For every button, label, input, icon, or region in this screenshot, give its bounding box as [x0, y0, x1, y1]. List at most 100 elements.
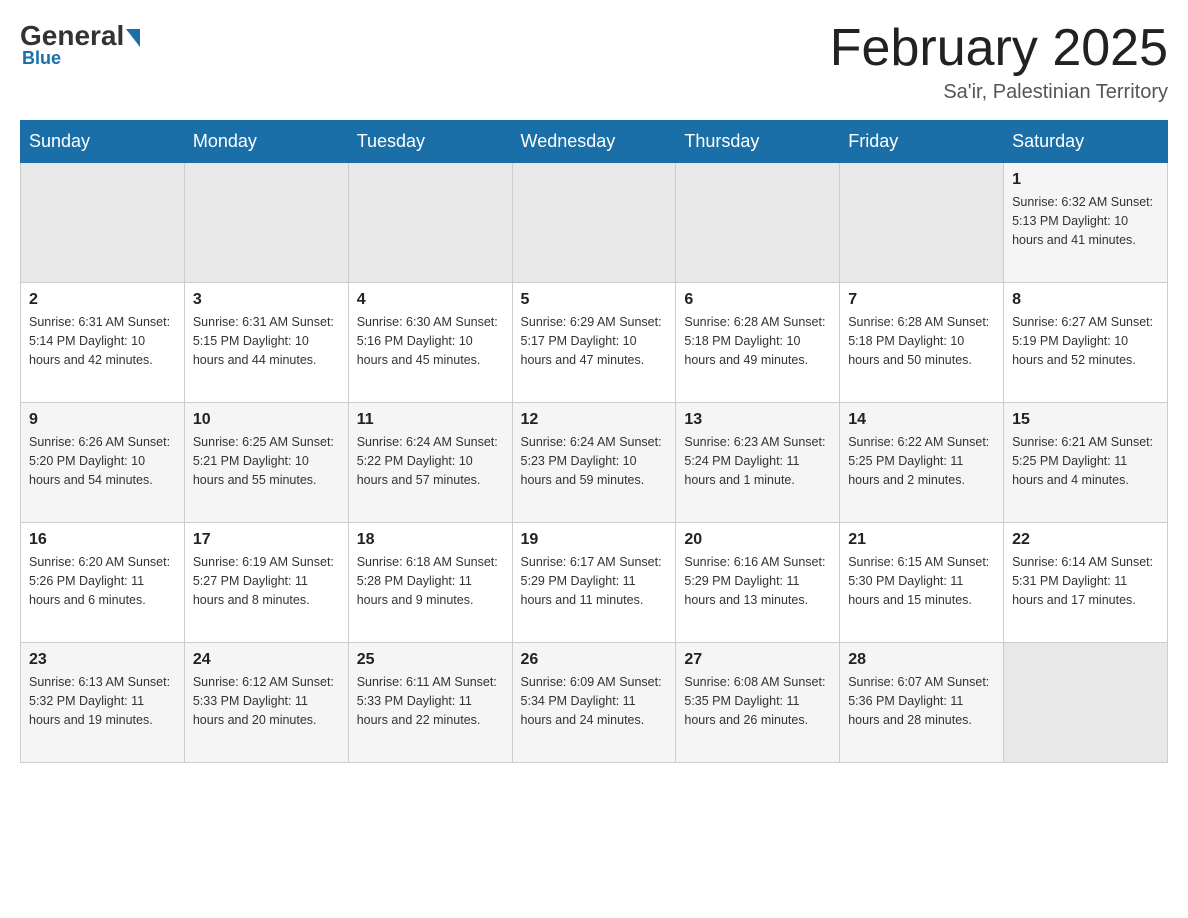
calendar-cell: 17Sunrise: 6:19 AM Sunset: 5:27 PM Dayli…	[184, 523, 348, 643]
day-number: 6	[684, 291, 831, 309]
calendar-table: SundayMondayTuesdayWednesdayThursdayFrid…	[20, 120, 1168, 763]
weekday-header-thursday: Thursday	[676, 121, 840, 163]
day-number: 18	[357, 531, 504, 549]
day-number: 14	[848, 411, 995, 429]
day-info: Sunrise: 6:25 AM Sunset: 5:21 PM Dayligh…	[193, 433, 340, 489]
day-number: 27	[684, 651, 831, 669]
day-number: 25	[357, 651, 504, 669]
calendar-cell: 26 Sunrise: 6:09 AM Sunset: 5:34 PM Dayli…	[512, 643, 676, 763]
calendar-cell: 12 Sunrise: 6:24 AM Sunset: 5:23 PM Dayli…	[512, 403, 676, 523]
day-number: 1	[1012, 171, 1159, 189]
calendar-week-row: 1 Sunrise: 6:32 AM Sunset: 5:13 PM Daylig…	[21, 163, 1168, 283]
calendar-cell: 23 Sunrise: 6:13 AM Sunset: 5:32 PM Dayli…	[21, 643, 185, 763]
day-number: 13	[684, 411, 831, 429]
day-info: Sunrise: 6:23 AM Sunset: 5:24 PM Dayligh…	[684, 433, 831, 489]
day-info: Sunrise: 6:19 AM Sunset: 5:27 PM Dayligh…	[193, 553, 340, 609]
calendar-cell: 21Sunrise: 6:15 AM Sunset: 5:30 PM Dayli…	[840, 523, 1004, 643]
day-info: Sunrise: 6:31 AM Sunset: 5:14 PM Dayligh…	[29, 313, 176, 369]
calendar-cell: 4 Sunrise: 6:30 AM Sunset: 5:16 PM Daylig…	[348, 283, 512, 403]
weekday-header-saturday: Saturday	[1004, 121, 1168, 163]
day-info: Sunrise: 6:29 AM Sunset: 5:17 PM Dayligh…	[521, 313, 668, 369]
weekday-header-tuesday: Tuesday	[348, 121, 512, 163]
day-number: 12	[521, 411, 668, 429]
day-number: 20	[684, 531, 831, 549]
calendar-cell: 11 Sunrise: 6:24 AM Sunset: 5:22 PM Dayli…	[348, 403, 512, 523]
day-info: Sunrise: 6:11 AM Sunset: 5:33 PM Dayligh…	[357, 673, 504, 729]
title-area: February 2025 Sa'ir, Palestinian Territo…	[830, 20, 1168, 104]
calendar-cell: 2Sunrise: 6:31 AM Sunset: 5:14 PM Daylig…	[21, 283, 185, 403]
day-info: Sunrise: 6:30 AM Sunset: 5:16 PM Dayligh…	[357, 313, 504, 369]
calendar-week-row: 16Sunrise: 6:20 AM Sunset: 5:26 PM Dayli…	[21, 523, 1168, 643]
calendar-cell: 28 Sunrise: 6:07 AM Sunset: 5:36 PM Dayli…	[840, 643, 1004, 763]
day-info: Sunrise: 6:07 AM Sunset: 5:36 PM Dayligh…	[848, 673, 995, 729]
calendar-week-row: 9Sunrise: 6:26 AM Sunset: 5:20 PM Daylig…	[21, 403, 1168, 523]
day-number: 21	[848, 531, 995, 549]
calendar-week-row: 23 Sunrise: 6:13 AM Sunset: 5:32 PM Dayli…	[21, 643, 1168, 763]
weekday-header-monday: Monday	[184, 121, 348, 163]
calendar-cell: 3 Sunrise: 6:31 AM Sunset: 5:15 PM Daylig…	[184, 283, 348, 403]
calendar-cell	[1004, 643, 1168, 763]
calendar-cell	[840, 163, 1004, 283]
day-number: 23	[29, 651, 176, 669]
calendar-cell	[512, 163, 676, 283]
day-info: Sunrise: 6:17 AM Sunset: 5:29 PM Dayligh…	[521, 553, 668, 609]
day-info: Sunrise: 6:13 AM Sunset: 5:32 PM Dayligh…	[29, 673, 176, 729]
calendar-cell: 24 Sunrise: 6:12 AM Sunset: 5:33 PM Dayli…	[184, 643, 348, 763]
weekday-header-friday: Friday	[840, 121, 1004, 163]
calendar-cell	[348, 163, 512, 283]
calendar-cell: 16Sunrise: 6:20 AM Sunset: 5:26 PM Dayli…	[21, 523, 185, 643]
day-info: Sunrise: 6:27 AM Sunset: 5:19 PM Dayligh…	[1012, 313, 1159, 369]
day-number: 7	[848, 291, 995, 309]
day-number: 11	[357, 411, 504, 429]
calendar-cell	[676, 163, 840, 283]
day-info: Sunrise: 6:28 AM Sunset: 5:18 PM Dayligh…	[684, 313, 831, 369]
calendar-cell: 15 Sunrise: 6:21 AM Sunset: 5:25 PM Dayli…	[1004, 403, 1168, 523]
day-info: Sunrise: 6:09 AM Sunset: 5:34 PM Dayligh…	[521, 673, 668, 729]
weekday-header-row: SundayMondayTuesdayWednesdayThursdayFrid…	[21, 121, 1168, 163]
day-number: 9	[29, 411, 176, 429]
calendar-cell: 19Sunrise: 6:17 AM Sunset: 5:29 PM Dayli…	[512, 523, 676, 643]
day-info: Sunrise: 6:28 AM Sunset: 5:18 PM Dayligh…	[848, 313, 995, 369]
day-number: 24	[193, 651, 340, 669]
weekday-header-sunday: Sunday	[21, 121, 185, 163]
day-number: 5	[521, 291, 668, 309]
calendar-cell: 10 Sunrise: 6:25 AM Sunset: 5:21 PM Dayli…	[184, 403, 348, 523]
calendar-cell: 1 Sunrise: 6:32 AM Sunset: 5:13 PM Daylig…	[1004, 163, 1168, 283]
day-number: 15	[1012, 411, 1159, 429]
calendar-cell: 5 Sunrise: 6:29 AM Sunset: 5:17 PM Daylig…	[512, 283, 676, 403]
weekday-header-wednesday: Wednesday	[512, 121, 676, 163]
day-number: 10	[193, 411, 340, 429]
day-info: Sunrise: 6:14 AM Sunset: 5:31 PM Dayligh…	[1012, 553, 1159, 609]
day-number: 3	[193, 291, 340, 309]
calendar-cell: 25 Sunrise: 6:11 AM Sunset: 5:33 PM Dayli…	[348, 643, 512, 763]
day-info: Sunrise: 6:21 AM Sunset: 5:25 PM Dayligh…	[1012, 433, 1159, 489]
calendar-cell: 18 Sunrise: 6:18 AM Sunset: 5:28 PM Dayli…	[348, 523, 512, 643]
page-header: General Blue February 2025 Sa'ir, Palest…	[20, 20, 1168, 104]
day-number: 26	[521, 651, 668, 669]
month-title: February 2025	[830, 20, 1168, 77]
logo-arrow-icon	[126, 29, 140, 47]
day-info: Sunrise: 6:24 AM Sunset: 5:23 PM Dayligh…	[521, 433, 668, 489]
calendar-cell: 22Sunrise: 6:14 AM Sunset: 5:31 PM Dayli…	[1004, 523, 1168, 643]
calendar-cell	[184, 163, 348, 283]
calendar-cell: 7 Sunrise: 6:28 AM Sunset: 5:18 PM Daylig…	[840, 283, 1004, 403]
day-info: Sunrise: 6:31 AM Sunset: 5:15 PM Dayligh…	[193, 313, 340, 369]
calendar-cell: 8 Sunrise: 6:27 AM Sunset: 5:19 PM Daylig…	[1004, 283, 1168, 403]
day-number: 4	[357, 291, 504, 309]
calendar-week-row: 2Sunrise: 6:31 AM Sunset: 5:14 PM Daylig…	[21, 283, 1168, 403]
calendar-cell: 13 Sunrise: 6:23 AM Sunset: 5:24 PM Dayli…	[676, 403, 840, 523]
calendar-cell: 6 Sunrise: 6:28 AM Sunset: 5:18 PM Daylig…	[676, 283, 840, 403]
logo: General Blue	[20, 20, 140, 69]
calendar-cell: 14 Sunrise: 6:22 AM Sunset: 5:25 PM Dayli…	[840, 403, 1004, 523]
day-number: 28	[848, 651, 995, 669]
day-number: 8	[1012, 291, 1159, 309]
calendar-cell: 27Sunrise: 6:08 AM Sunset: 5:35 PM Dayli…	[676, 643, 840, 763]
day-info: Sunrise: 6:32 AM Sunset: 5:13 PM Dayligh…	[1012, 193, 1159, 249]
day-info: Sunrise: 6:18 AM Sunset: 5:28 PM Dayligh…	[357, 553, 504, 609]
calendar-cell	[21, 163, 185, 283]
day-info: Sunrise: 6:16 AM Sunset: 5:29 PM Dayligh…	[684, 553, 831, 609]
day-info: Sunrise: 6:12 AM Sunset: 5:33 PM Dayligh…	[193, 673, 340, 729]
day-number: 16	[29, 531, 176, 549]
day-info: Sunrise: 6:22 AM Sunset: 5:25 PM Dayligh…	[848, 433, 995, 489]
day-info: Sunrise: 6:24 AM Sunset: 5:22 PM Dayligh…	[357, 433, 504, 489]
